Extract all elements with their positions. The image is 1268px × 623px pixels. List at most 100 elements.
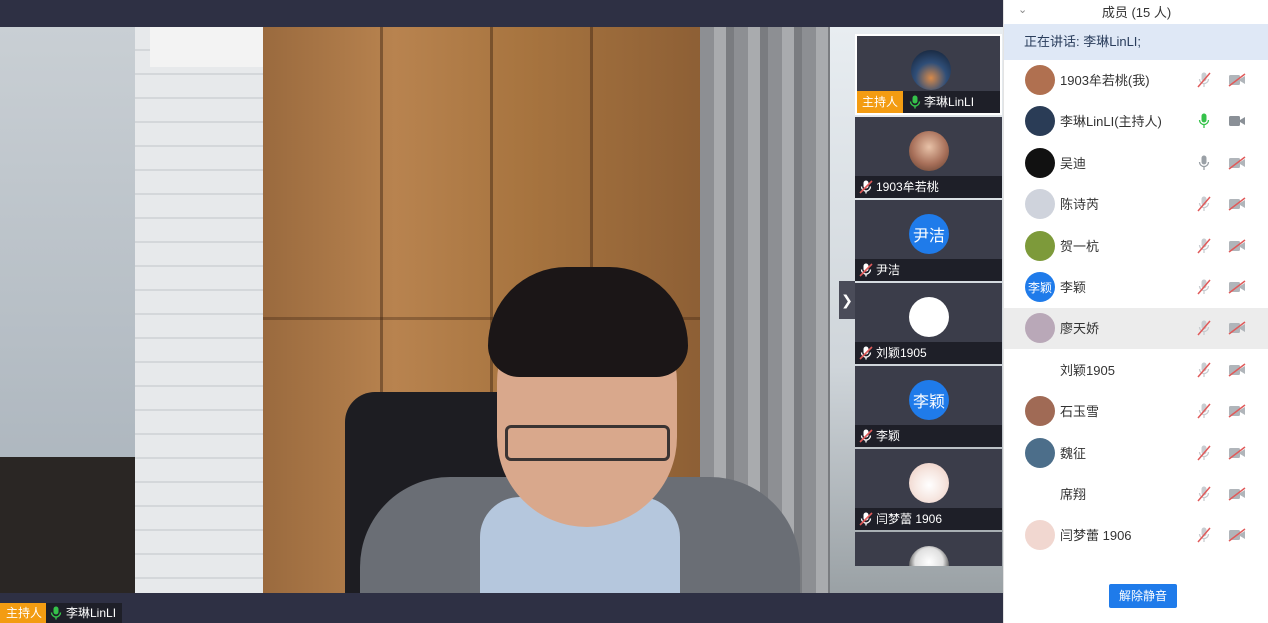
host-badge: 主持人 bbox=[857, 91, 904, 113]
camera-off-icon[interactable] bbox=[1228, 321, 1246, 340]
member-row[interactable]: 闫梦蕾 1906 bbox=[1004, 515, 1268, 556]
mic-icon[interactable] bbox=[1197, 155, 1211, 176]
mic-muted-icon[interactable] bbox=[1197, 72, 1211, 93]
thumbnail-label: 刘颖1905 bbox=[855, 342, 1002, 364]
avatar bbox=[1025, 479, 1055, 509]
avatar bbox=[1025, 147, 1055, 178]
mic-muted-icon bbox=[859, 180, 873, 194]
member-row[interactable]: 席翔 bbox=[1004, 474, 1268, 515]
avatar bbox=[1025, 313, 1055, 344]
thumbnail-name: 李琳LinLI bbox=[924, 95, 975, 109]
chevron-right-icon[interactable]: ❯ bbox=[839, 281, 855, 319]
camera-off-icon[interactable] bbox=[1228, 280, 1246, 299]
participant-thumbnail-strip[interactable]: 主持人 李琳LinLI 1903牟若桃 尹洁 尹洁 刘颖1905 李颖 李颖 闫… bbox=[855, 34, 1003, 566]
mic-muted-icon[interactable] bbox=[1197, 486, 1211, 507]
avatar bbox=[1025, 437, 1055, 468]
thumbnail-name: 闫梦蕾 1906 bbox=[876, 512, 943, 526]
mic-muted-icon[interactable] bbox=[1197, 196, 1211, 217]
member-panel-header: ⌄ 成员 (15 人) bbox=[1004, 0, 1268, 22]
thumbnail-label: 李颖 bbox=[855, 425, 1002, 447]
top-bar bbox=[0, 0, 1003, 27]
member-row[interactable]: 1903牟若桃(我) bbox=[1004, 60, 1268, 101]
thumbnail-tile[interactable]: 李颖 李颖 bbox=[855, 366, 1002, 447]
avatar bbox=[909, 463, 949, 503]
avatar bbox=[1025, 106, 1055, 137]
camera-off-icon[interactable] bbox=[1228, 445, 1246, 465]
thumbnail-name: 1903牟若桃 bbox=[876, 180, 939, 194]
main-speaker-name: 李琳LinLI bbox=[66, 606, 117, 620]
member-row[interactable]: 石玉雪 bbox=[1004, 391, 1268, 432]
member-name: 闫梦蕾 1906 bbox=[1060, 528, 1132, 544]
avatar bbox=[911, 50, 951, 90]
camera-off-icon[interactable] bbox=[1228, 528, 1246, 547]
thumbnail-label: 闫梦蕾 1906 bbox=[855, 508, 1002, 530]
thumbnail-tile[interactable]: 主持人 李琳LinLI bbox=[855, 34, 1002, 115]
avatar: 尹洁 bbox=[909, 214, 949, 254]
mic-on-icon bbox=[909, 95, 921, 109]
thumbnail-name: 尹洁 bbox=[876, 263, 901, 277]
speaking-indicator: 正在讲话: 李琳LinLI; bbox=[1004, 24, 1268, 60]
member-name: 吴迪 bbox=[1060, 155, 1087, 171]
member-panel-title: 成员 (15 人) bbox=[1101, 4, 1172, 20]
member-name: 贺一杭 bbox=[1060, 238, 1100, 254]
member-name: 陈诗芮 bbox=[1060, 197, 1100, 213]
host-badge: 主持人 bbox=[0, 603, 49, 623]
avatar: 李颖 bbox=[1025, 272, 1055, 302]
member-name: 李颖 bbox=[1060, 280, 1087, 295]
mic-muted-icon bbox=[859, 512, 873, 526]
mic-muted-icon[interactable] bbox=[1197, 320, 1211, 341]
mic-muted-icon[interactable] bbox=[1197, 445, 1211, 466]
member-list[interactable]: 1903牟若桃(我) 李琳LinLI(主持人) 吴迪陈诗芮贺一杭李颖 李颖廖天娇刘颖1… bbox=[1004, 60, 1268, 565]
member-panel: ⌄ 成员 (15 人) 正在讲话: 李琳LinLI; 1903牟若桃(我) 李琳L… bbox=[1003, 0, 1268, 623]
member-row[interactable]: 陈诗芮 bbox=[1004, 184, 1268, 225]
camera-off-icon[interactable] bbox=[1228, 156, 1246, 175]
chevron-down-icon[interactable]: ⌄ bbox=[1018, 3, 1027, 16]
camera-off-icon[interactable] bbox=[1228, 197, 1246, 216]
avatar bbox=[1025, 189, 1055, 220]
thumbnail-label: 主持人 李琳LinLI bbox=[857, 91, 1000, 113]
video-person-hair bbox=[488, 267, 688, 377]
avatar bbox=[1025, 520, 1055, 551]
thumbnail-tile[interactable]: 闫梦蕾 1906 bbox=[855, 449, 1002, 530]
mic-muted-icon bbox=[859, 429, 873, 443]
camera-off-icon[interactable] bbox=[1228, 73, 1246, 92]
thumbnail-tile[interactable]: 1903牟若桃 bbox=[855, 117, 1002, 198]
mic-muted-icon[interactable] bbox=[1197, 279, 1211, 300]
member-row[interactable]: 廖天娇 bbox=[1004, 308, 1268, 350]
camera-off-icon[interactable] bbox=[1228, 238, 1246, 258]
mic-muted-icon[interactable] bbox=[1197, 527, 1211, 548]
member-name: 廖天娇 bbox=[1060, 321, 1100, 337]
camera-off-icon[interactable] bbox=[1228, 487, 1246, 506]
member-row[interactable]: 李颖 李颖 bbox=[1004, 267, 1268, 308]
thumbnail-label: 尹洁 bbox=[855, 259, 1002, 281]
mic-muted-icon bbox=[859, 346, 873, 360]
avatar bbox=[909, 131, 949, 171]
mic-icon[interactable] bbox=[1197, 113, 1211, 134]
unmute-button[interactable]: 解除静音 bbox=[1109, 584, 1177, 608]
camera-off-icon[interactable] bbox=[1228, 404, 1246, 423]
avatar bbox=[1025, 396, 1055, 427]
member-row[interactable]: 刘颖1905 bbox=[1004, 350, 1268, 391]
member-row[interactable]: 李琳LinLI(主持人) bbox=[1004, 101, 1268, 142]
member-name: 1903牟若桃(我) bbox=[1060, 73, 1150, 88]
mic-on-icon bbox=[50, 606, 62, 620]
thumbnail-tile[interactable]: 尹洁 尹洁 bbox=[855, 200, 1002, 281]
video-person-glasses bbox=[505, 425, 670, 461]
avatar bbox=[1025, 65, 1055, 95]
member-row[interactable]: 贺一杭 bbox=[1004, 226, 1268, 267]
camera-off-icon[interactable] bbox=[1228, 363, 1246, 382]
bottom-bar bbox=[0, 593, 1003, 623]
thumbnail-label: 1903牟若桃 bbox=[855, 176, 1002, 198]
member-name: 魏征 bbox=[1060, 445, 1087, 461]
mic-muted-icon[interactable] bbox=[1197, 403, 1211, 424]
thumbnail-name: 李颖 bbox=[876, 429, 901, 443]
member-name: 席翔 bbox=[1060, 487, 1087, 502]
mic-muted-icon[interactable] bbox=[1197, 238, 1211, 259]
mic-muted-icon[interactable] bbox=[1197, 362, 1211, 383]
thumbnail-tile[interactable]: 刘颖1905 bbox=[855, 283, 1002, 364]
member-row[interactable]: 吴迪 bbox=[1004, 143, 1268, 184]
camera-icon[interactable] bbox=[1228, 114, 1246, 133]
thumbnail-tile[interactable] bbox=[855, 532, 1002, 566]
avatar bbox=[909, 297, 949, 337]
member-row[interactable]: 魏征 bbox=[1004, 433, 1268, 474]
